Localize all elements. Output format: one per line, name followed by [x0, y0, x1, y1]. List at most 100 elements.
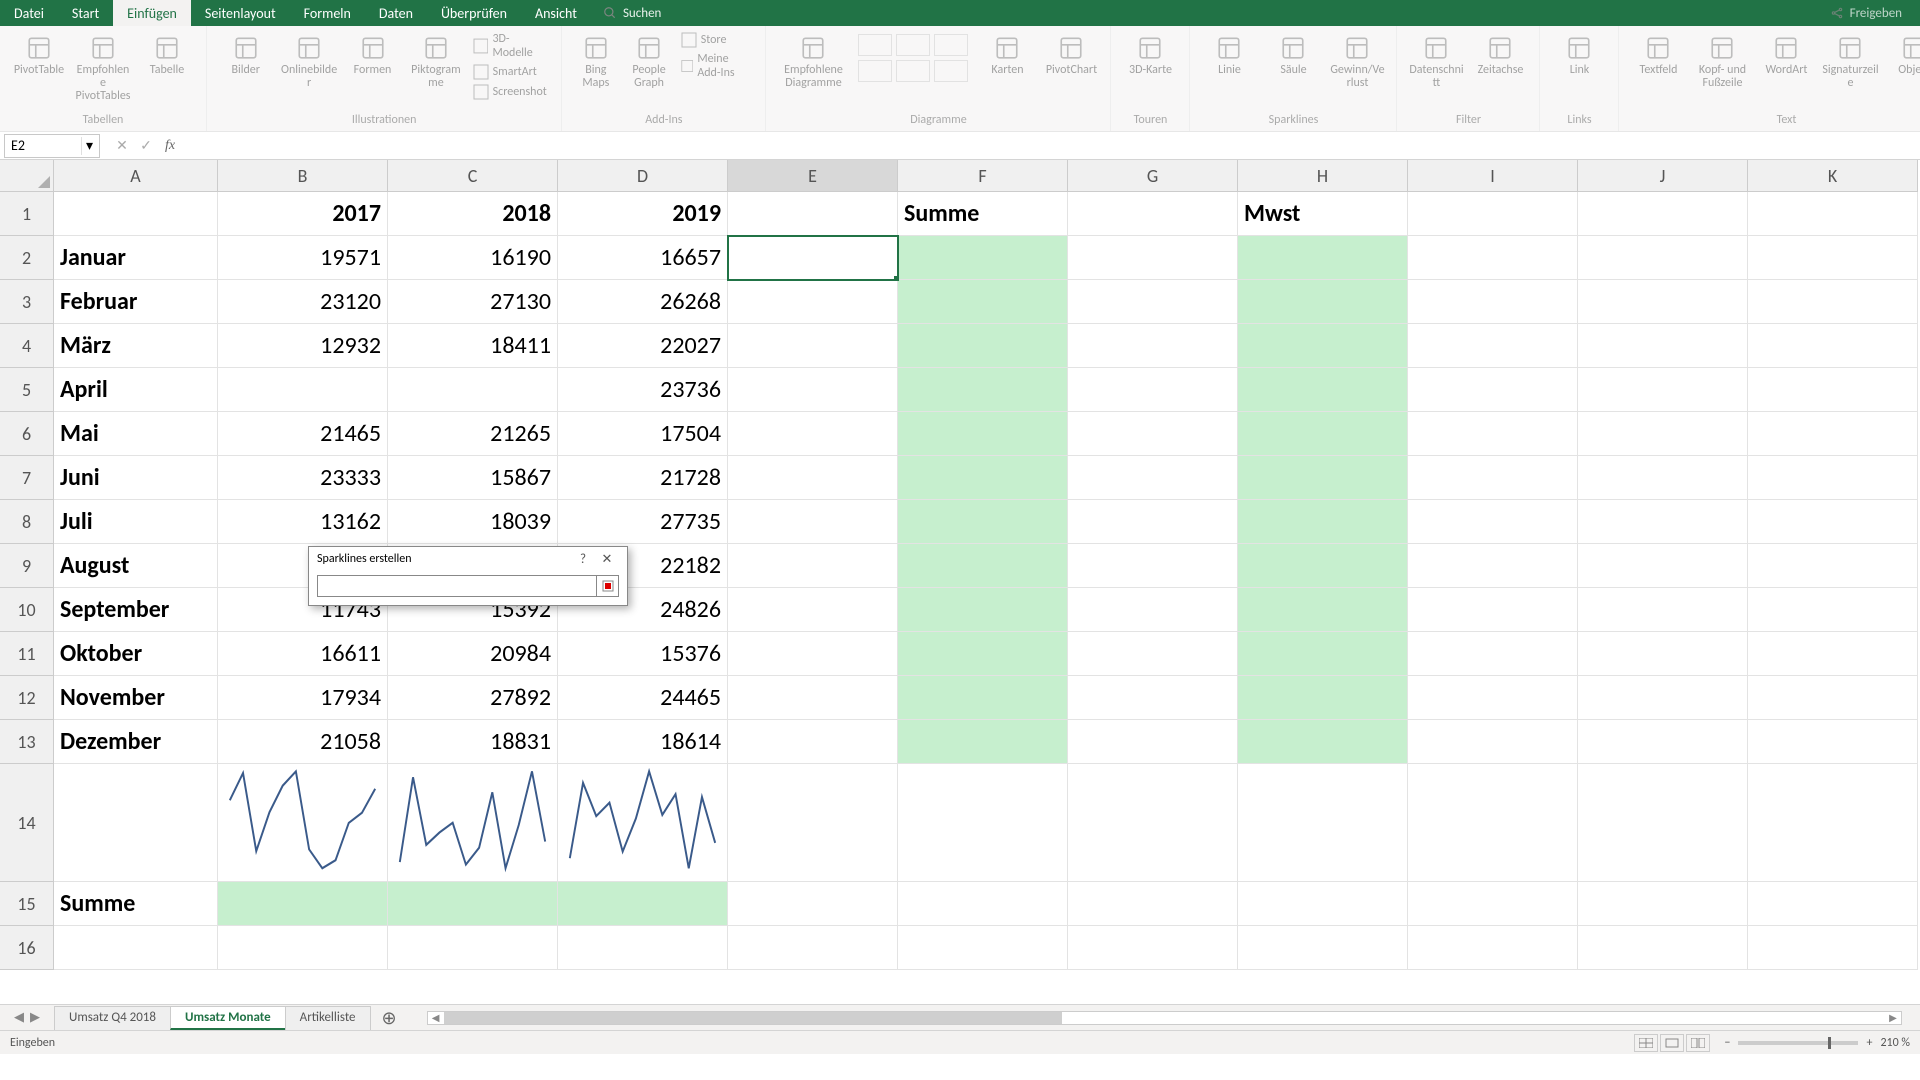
- column-header-K[interactable]: K: [1748, 160, 1918, 192]
- cell-K7[interactable]: [1748, 456, 1918, 500]
- cell-K16[interactable]: [1748, 926, 1918, 970]
- cell-E3[interactable]: [728, 280, 898, 324]
- cell-H16[interactable]: [1238, 926, 1408, 970]
- cell-K5[interactable]: [1748, 368, 1918, 412]
- cell-E2[interactable]: [728, 236, 898, 280]
- cell-C6[interactable]: 21265: [388, 412, 558, 456]
- cell-D16[interactable]: [558, 926, 728, 970]
- cell-J15[interactable]: [1578, 882, 1748, 926]
- cell-B3[interactable]: 23120: [218, 280, 388, 324]
- ribbon-btn-3d-modelle[interactable]: 3D-Modelle: [469, 30, 554, 62]
- accept-formula-icon[interactable]: ✓: [138, 137, 154, 154]
- cell-J6[interactable]: [1578, 412, 1748, 456]
- ribbon-btn-bing-maps[interactable]: Bing Maps: [570, 30, 621, 94]
- column-header-C[interactable]: C: [388, 160, 558, 192]
- dialog-help-button[interactable]: ?: [571, 552, 595, 567]
- cell-A10[interactable]: September: [54, 588, 218, 632]
- cell-G5[interactable]: [1068, 368, 1238, 412]
- cell-G7[interactable]: [1068, 456, 1238, 500]
- cell-B5[interactable]: [218, 368, 388, 412]
- cell-C7[interactable]: 15867: [388, 456, 558, 500]
- cell-D1[interactable]: 2019: [558, 192, 728, 236]
- menu-tab-einfügen[interactable]: Einfügen: [113, 0, 191, 26]
- cell-I3[interactable]: [1408, 280, 1578, 324]
- cell-I2[interactable]: [1408, 236, 1578, 280]
- cell-E15[interactable]: [728, 882, 898, 926]
- sheet-tab-umsatz-q4-2018[interactable]: Umsatz Q4 2018: [54, 1006, 171, 1030]
- row-header-6[interactable]: 6: [0, 412, 54, 456]
- ribbon-btn-3d-karte[interactable]: 3D-Karte: [1119, 30, 1181, 81]
- cell-J2[interactable]: [1578, 236, 1748, 280]
- cell-F2[interactable]: [898, 236, 1068, 280]
- cell-A4[interactable]: März: [54, 324, 218, 368]
- cell-E9[interactable]: [728, 544, 898, 588]
- column-header-G[interactable]: G: [1068, 160, 1238, 192]
- cell-G8[interactable]: [1068, 500, 1238, 544]
- cell-E16[interactable]: [728, 926, 898, 970]
- cell-I6[interactable]: [1408, 412, 1578, 456]
- row-header-9[interactable]: 9: [0, 544, 54, 588]
- cell-A12[interactable]: November: [54, 676, 218, 720]
- ribbon-btn-karten[interactable]: Karten: [976, 30, 1038, 81]
- cell-G11[interactable]: [1068, 632, 1238, 676]
- ribbon-btn-gewinn-verlust[interactable]: Gewinn/Verlust: [1326, 30, 1388, 94]
- ribbon-btn-s-ule[interactable]: Säule: [1262, 30, 1324, 81]
- view-page-break-button[interactable]: [1686, 1034, 1710, 1052]
- cell-C1[interactable]: 2018: [388, 192, 558, 236]
- cell-B7[interactable]: 23333: [218, 456, 388, 500]
- zoom-in-icon[interactable]: +: [1866, 1036, 1872, 1050]
- chart-type-grid[interactable]: [854, 30, 974, 86]
- view-page-layout-button[interactable]: [1660, 1034, 1684, 1052]
- cell-E1[interactable]: [728, 192, 898, 236]
- cell-B2[interactable]: 19571: [218, 236, 388, 280]
- cell-B12[interactable]: 17934: [218, 676, 388, 720]
- cell-D14[interactable]: [558, 764, 728, 882]
- cell-J16[interactable]: [1578, 926, 1748, 970]
- cell-K10[interactable]: [1748, 588, 1918, 632]
- column-header-E[interactable]: E: [728, 160, 898, 192]
- cell-B6[interactable]: 21465: [218, 412, 388, 456]
- cell-H15[interactable]: [1238, 882, 1408, 926]
- ribbon-btn-link[interactable]: Link: [1548, 30, 1610, 81]
- sheet-nav[interactable]: ◀▶: [0, 1010, 54, 1025]
- cell-K6[interactable]: [1748, 412, 1918, 456]
- formula-input[interactable]: [194, 135, 1920, 157]
- cell-K15[interactable]: [1748, 882, 1918, 926]
- cell-J11[interactable]: [1578, 632, 1748, 676]
- add-sheet-button[interactable]: ⊕: [370, 1007, 409, 1029]
- cell-H11[interactable]: [1238, 632, 1408, 676]
- scroll-left-icon[interactable]: ◀: [428, 1011, 444, 1024]
- ribbon-btn-empfohlene-diagramme[interactable]: Empfohlene Diagramme: [774, 30, 852, 94]
- cell-A5[interactable]: April: [54, 368, 218, 412]
- cell-K2[interactable]: [1748, 236, 1918, 280]
- cell-J4[interactable]: [1578, 324, 1748, 368]
- cell-J14[interactable]: [1578, 764, 1748, 882]
- ribbon-btn-onlinebilder[interactable]: Onlinebilder: [278, 30, 339, 94]
- dialog-range-input[interactable]: [317, 575, 597, 597]
- ribbon-btn-zeitachse[interactable]: Zeitachse: [1469, 30, 1531, 81]
- name-box-dropdown-icon[interactable]: ▾: [81, 137, 97, 155]
- cell-H4[interactable]: [1238, 324, 1408, 368]
- cell-J9[interactable]: [1578, 544, 1748, 588]
- cell-I16[interactable]: [1408, 926, 1578, 970]
- cell-E5[interactable]: [728, 368, 898, 412]
- cell-G3[interactable]: [1068, 280, 1238, 324]
- ribbon-btn-kopf-und-fu-zeile[interactable]: Kopf- und Fußzeile: [1691, 30, 1753, 94]
- cell-A16[interactable]: [54, 926, 218, 970]
- cell-F13[interactable]: [898, 720, 1068, 764]
- sheet-tab-umsatz-monate[interactable]: Umsatz Monate: [170, 1006, 286, 1030]
- cell-G12[interactable]: [1068, 676, 1238, 720]
- cell-C2[interactable]: 16190: [388, 236, 558, 280]
- cell-F11[interactable]: [898, 632, 1068, 676]
- cell-F5[interactable]: [898, 368, 1068, 412]
- ribbon-btn-empfohlene-pivottables[interactable]: Empfohlene PivotTables: [72, 30, 134, 108]
- name-box[interactable]: E2 ▾: [4, 134, 100, 158]
- cell-F15[interactable]: [898, 882, 1068, 926]
- cell-A2[interactable]: Januar: [54, 236, 218, 280]
- cell-F4[interactable]: [898, 324, 1068, 368]
- cell-E14[interactable]: [728, 764, 898, 882]
- column-header-D[interactable]: D: [558, 160, 728, 192]
- cell-G4[interactable]: [1068, 324, 1238, 368]
- cell-B16[interactable]: [218, 926, 388, 970]
- cell-G1[interactable]: [1068, 192, 1238, 236]
